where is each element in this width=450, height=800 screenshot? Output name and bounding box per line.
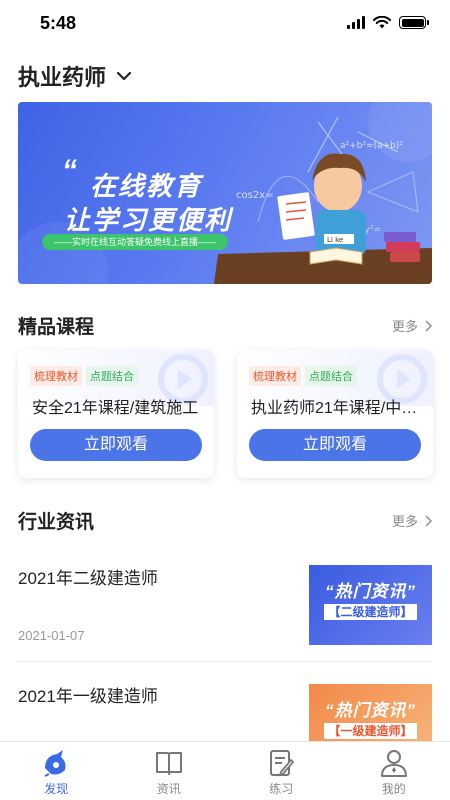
news-section-title: 行业资讯 (18, 512, 95, 533)
news-thumbnail: “热门资讯” 【二级建造师】 (309, 565, 432, 645)
wifi-icon (373, 16, 391, 29)
tab-label: 我的 (381, 782, 406, 796)
course-tags: 梳理教材 点题结合 (249, 366, 357, 386)
banner-subtitle: ——实时在线互动答疑免费线上直播—— (42, 234, 228, 250)
news-item[interactable]: 2021年二级建造师 2021-01-07 “热门资讯” 【二级建造师】 (18, 560, 432, 650)
divider (18, 661, 432, 662)
profile-icon (378, 748, 410, 778)
tab-label: 发现 (44, 782, 69, 796)
news-title: 2021年二级建造师 (18, 569, 158, 588)
banner-illustration: a²+b²=(a+b)² cos2x= x²+y²= Li ke (18, 102, 432, 284)
exam-selector[interactable]: 执业药师 (18, 60, 132, 92)
courses-section-header: 精品课程 更多 (18, 312, 432, 339)
status-icons (347, 16, 429, 29)
watch-now-button[interactable]: 立即观看 (30, 429, 202, 461)
course-name: 执业药师21年课程/中药学 (251, 400, 423, 417)
bottom-tab-bar: 发现 资讯 练习 我的 (0, 741, 450, 800)
banner-quote-mark: “ (62, 154, 77, 187)
course-tag: 点题结合 (86, 366, 138, 386)
tab-news[interactable]: 资讯 (113, 742, 226, 800)
signal-icon (347, 16, 365, 29)
chevron-down-icon (116, 71, 132, 81)
courses-more-link[interactable]: 更多 (392, 316, 432, 335)
courses-more-label: 更多 (391, 319, 418, 334)
page-title: 执业药师 (18, 65, 107, 90)
news-date: 2021-01-07 (18, 628, 85, 643)
tab-label: 资讯 (156, 782, 181, 796)
news-thumbnail: “热门资讯” 【一级建造师】 (309, 684, 432, 741)
news-title: 2021年一级建造师 (18, 687, 158, 706)
watch-now-button[interactable]: 立即观看 (249, 429, 421, 461)
thumb-headline: “热门资讯” (325, 701, 416, 720)
thumb-caption: 【一级建造师】 (324, 723, 417, 739)
tab-profile[interactable]: 我的 (338, 742, 450, 800)
tab-discover[interactable]: 发现 (0, 742, 113, 800)
chevron-right-icon (425, 514, 432, 527)
thumb-caption: 【二级建造师】 (324, 604, 417, 620)
discover-icon (40, 748, 72, 778)
banner-title-line2: 让学习更便利 (64, 205, 233, 235)
practice-icon (265, 748, 297, 778)
banner-math-2: cos2x= (236, 190, 274, 201)
banner-math-1: a²+b²=(a+b)² (340, 141, 403, 151)
banner-badge: Li ke (327, 236, 343, 244)
tab-label: 练习 (269, 782, 294, 796)
battery-icon (399, 16, 429, 29)
course-card[interactable]: 梳理教材 点题结合 安全21年课程/建筑施工 立即观看 (18, 350, 214, 478)
tab-practice[interactable]: 练习 (225, 742, 338, 800)
news-section-header: 行业资讯 更多 (18, 507, 432, 534)
course-tag: 梳理教材 (249, 366, 301, 386)
thumb-headline: “热门资讯” (325, 582, 416, 601)
course-card[interactable]: 梳理教材 点题结合 执业药师21年课程/中药学 立即观看 (237, 350, 433, 478)
course-name: 安全21年课程/建筑施工 (32, 400, 199, 417)
course-tag: 梳理教材 (30, 366, 82, 386)
course-tags: 梳理教材 点题结合 (30, 366, 138, 386)
promo-banner[interactable]: a²+b²=(a+b)² cos2x= x²+y²= Li ke “ 在线教育 … (18, 102, 432, 284)
news-item[interactable]: 2021年一级建造师 “热门资讯” 【一级建造师】 (18, 680, 432, 741)
courses-section-title: 精品课程 (18, 317, 95, 338)
chevron-right-icon (425, 319, 432, 332)
news-more-link[interactable]: 更多 (392, 511, 432, 530)
book-icon (153, 748, 185, 778)
news-more-label: 更多 (391, 514, 418, 529)
status-time: 5:48 (40, 13, 77, 33)
status-bar: 5:48 (0, 0, 450, 48)
course-tag: 点题结合 (305, 366, 357, 386)
banner-title-line1: 在线教育 (90, 171, 203, 201)
